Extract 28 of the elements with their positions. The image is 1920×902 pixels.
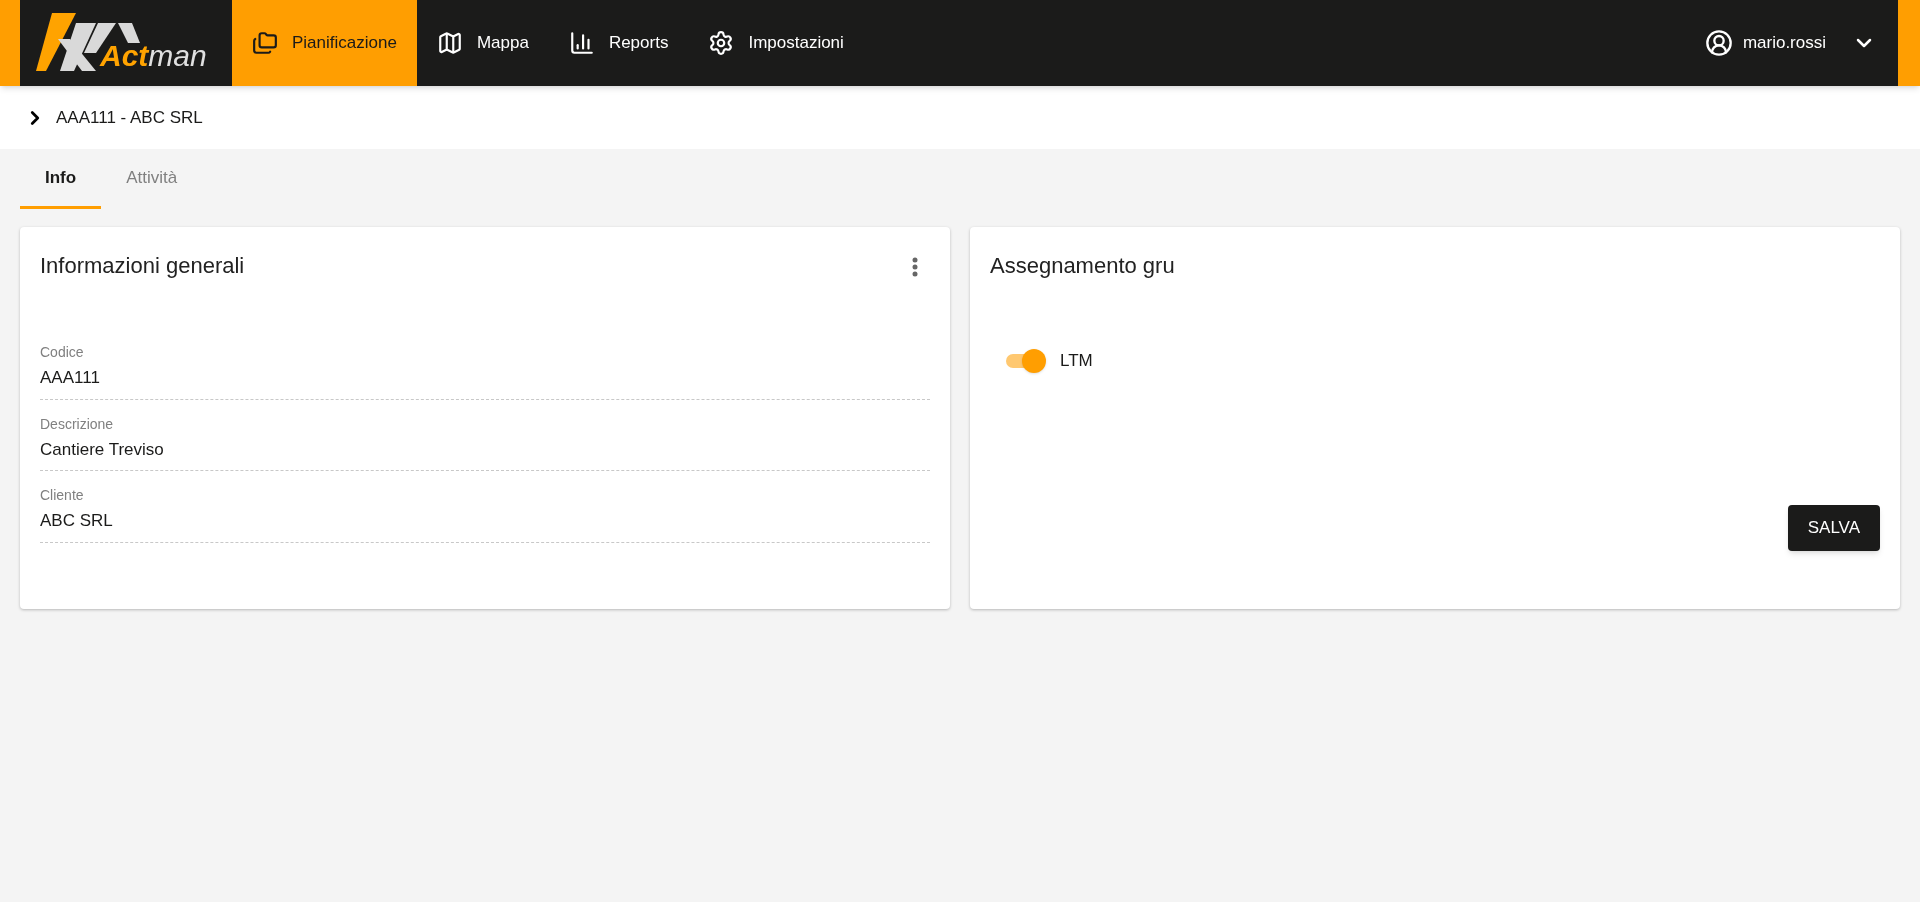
breadcrumb-text: AAA111 - ABC SRL — [56, 106, 203, 129]
card-title: Assegnamento gru — [990, 252, 1176, 280]
map-icon — [436, 30, 463, 56]
folders-icon — [252, 30, 278, 56]
more-options-button[interactable] — [912, 257, 918, 277]
user-avatar-icon — [1704, 29, 1733, 57]
save-button[interactable]: SALVA — [1787, 505, 1880, 551]
toggle-label: LTM — [1060, 350, 1093, 372]
bar-chart-icon — [568, 30, 595, 56]
nav-tab[interactable]: Pianificazione — [232, 0, 417, 86]
field-value: Cantiere Treviso — [40, 438, 165, 461]
field-value: ABC SRL — [40, 510, 114, 532]
field-label: Codice — [40, 343, 85, 362]
field-value: AAA111 — [40, 367, 101, 389]
field-label: Descrizione — [40, 414, 115, 434]
logo[interactable]: Actman — [36, 13, 212, 73]
more-vertical-icon — [912, 257, 918, 277]
nav-tab[interactable]: Reports — [548, 0, 689, 86]
settings-icon — [708, 30, 735, 56]
tab[interactable]: Attività — [101, 149, 203, 209]
field-label: Cliente — [40, 486, 85, 505]
nav-tab[interactable]: Mappa — [416, 0, 549, 86]
toggle-switch[interactable] — [1004, 348, 1046, 373]
user-menu-button[interactable]: mario.rossi — [1704, 0, 1876, 86]
tab[interactable]: Info — [20, 149, 102, 209]
card-title: Informazioni generali — [40, 252, 245, 280]
logo-wordmark: Actman — [100, 41, 207, 71]
nav-tab[interactable]: Impostazioni — [688, 0, 864, 86]
